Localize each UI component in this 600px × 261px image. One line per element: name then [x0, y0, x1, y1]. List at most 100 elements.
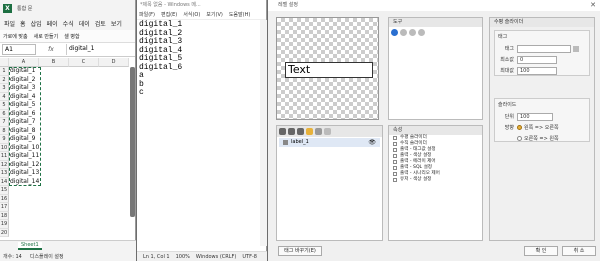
wrap-text-button[interactable]: 가로에 맞춤 [3, 33, 28, 40]
row-header[interactable]: 7 [0, 118, 9, 127]
tool-panel: 도구 [388, 17, 483, 120]
excel-logo-icon: X [3, 4, 12, 13]
tag-change-button[interactable]: 태그 바꾸기(E) [278, 246, 322, 256]
excel-menu-view[interactable]: 보기 [111, 19, 122, 28]
ok-button[interactable]: 확 인 [524, 246, 558, 256]
notepad-menu-file[interactable]: 파일(F) [139, 11, 155, 18]
checkbox[interactable] [393, 160, 397, 164]
min-input[interactable]: 0 [517, 55, 557, 64]
formula-input[interactable]: digital_1 [66, 44, 135, 55]
row-header[interactable]: 20 [0, 228, 9, 237]
notepad-menu-help[interactable]: 도움말(H) [229, 11, 250, 18]
down-icon[interactable] [418, 28, 425, 36]
notepad-menu-view[interactable]: 보기(V) [206, 11, 223, 18]
max-label: 최대값 [500, 68, 514, 74]
row-header[interactable]: 19 [0, 220, 9, 229]
formula-bar: A1 fx digital_1 [0, 43, 135, 57]
layer-copy-icon[interactable] [288, 128, 295, 135]
excel-menu-insert[interactable]: 삽입 [31, 19, 42, 28]
layer-misc-icon[interactable] [324, 128, 331, 135]
row-header[interactable]: 8 [0, 126, 9, 135]
name-box[interactable]: A1 [2, 44, 36, 55]
row-header[interactable]: 18 [0, 211, 9, 220]
add-icon[interactable] [391, 28, 398, 36]
notepad-status-zoom: 100% [175, 253, 190, 260]
row-header[interactable]: 3 [0, 84, 9, 93]
row-header[interactable]: 1 [0, 67, 9, 76]
layer-toolbar [277, 126, 382, 137]
remove-icon[interactable] [400, 28, 407, 36]
row-header[interactable]: 16 [0, 194, 9, 203]
sheet-tab[interactable]: Sheet1 [18, 242, 42, 250]
layer-add-icon[interactable] [279, 128, 286, 135]
preview-canvas[interactable]: Text [276, 17, 379, 120]
close-icon[interactable]: ✕ [590, 0, 596, 11]
tool-panel-title: 도구 [389, 18, 482, 27]
notepad-editor[interactable]: digital_1 digital_2 digital_3 digital_4 … [137, 20, 266, 98]
tag-input[interactable] [517, 44, 571, 53]
excel-menu-home[interactable]: 홈 [20, 19, 26, 28]
row-header[interactable]: 2 [0, 75, 9, 84]
row-header[interactable]: 4 [0, 92, 9, 101]
row-header[interactable]: 5 [0, 101, 9, 110]
column-header[interactable]: B [39, 58, 69, 67]
notepad-menu-format[interactable]: 서식(O) [183, 11, 200, 18]
checkbox[interactable] [393, 154, 397, 158]
preview-text-label[interactable]: Text [285, 62, 373, 78]
excel-vscroll[interactable] [130, 67, 135, 217]
column-header[interactable]: A [9, 58, 39, 67]
step-row: 단위 100 [495, 112, 589, 121]
row-header[interactable]: 15 [0, 186, 9, 195]
notepad-title: *제목 없음 - Windows 메... [137, 0, 266, 10]
tag-group: 태그 태그 최소값 0 최대값 100 [494, 30, 590, 76]
max-input[interactable]: 100 [517, 66, 557, 75]
excel-menu-review[interactable]: 검토 [95, 19, 106, 28]
row-header[interactable]: 11 [0, 152, 9, 161]
max-row: 최대값 100 [495, 66, 589, 75]
select-all-corner[interactable] [0, 58, 9, 67]
checkbox[interactable] [393, 172, 397, 176]
tag-browse-icon[interactable] [573, 45, 579, 52]
layer-delete-icon[interactable] [315, 128, 322, 135]
excel-vscroll-thumb[interactable] [130, 67, 135, 217]
direction-left-radio[interactable] [517, 125, 522, 130]
up-icon[interactable] [409, 28, 416, 36]
sheet-grid[interactable]: A B C D 1 digital_1 2 digital_2 3 digital_3 4 digit… [0, 58, 130, 238]
checkbox[interactable] [393, 148, 397, 152]
notepad-line: digital_6 [139, 62, 183, 72]
direction-right-radio[interactable] [517, 136, 522, 141]
checkbox[interactable] [393, 166, 397, 170]
cancel-button[interactable]: 취 소 [562, 246, 596, 256]
new-button[interactable]: 새로 만들기 [34, 33, 59, 40]
slider-properties-panel: 수평 슬라이더 태그 태그 최소값 0 최대값 100 슬라이드 단위 100 … [489, 17, 595, 241]
checkbox[interactable] [393, 178, 397, 182]
min-row: 최소값 0 [495, 55, 589, 64]
layer-folder-icon[interactable] [306, 128, 313, 135]
checkbox[interactable] [393, 142, 397, 146]
excel-menu-page[interactable]: 페이 [47, 19, 58, 28]
fx-icon[interactable]: fx [36, 46, 66, 53]
excel-menu-formula[interactable]: 수식 [63, 19, 74, 28]
step-input[interactable]: 100 [517, 112, 553, 121]
checkbox[interactable] [393, 136, 397, 140]
excel-menu-data[interactable]: 데이 [79, 19, 90, 28]
row-header[interactable]: 10 [0, 143, 9, 152]
row-header[interactable]: 9 [0, 135, 9, 144]
notepad-vscroll[interactable] [260, 20, 267, 246]
layer-edit-icon[interactable] [297, 128, 304, 135]
attribute-item[interactable]: 유저 - 색상 설정 [389, 177, 482, 183]
notepad-menu-edit[interactable]: 편집(E) [161, 11, 177, 18]
attribute-panel: 속성 수평 슬라이더 수직 슬라이더 출력 - 태그값 설정 출력 - 색상 설… [388, 125, 483, 241]
row-header[interactable]: 6 [0, 109, 9, 118]
column-header[interactable]: D [99, 58, 129, 67]
excel-status-count: 개수: 14 [3, 253, 22, 260]
row-header[interactable]: 12 [0, 160, 9, 169]
row-header[interactable]: 14 [0, 177, 9, 186]
row-header[interactable]: 13 [0, 169, 9, 178]
layer-item[interactable]: label_1 👁 [279, 138, 380, 147]
row-header[interactable]: 17 [0, 203, 9, 212]
excel-menu-file[interactable]: 파일 [4, 19, 15, 28]
eye-icon[interactable]: 👁 [368, 138, 376, 147]
column-header[interactable]: C [69, 58, 99, 67]
merge-cells-button[interactable]: 셀 병합 [64, 33, 79, 40]
